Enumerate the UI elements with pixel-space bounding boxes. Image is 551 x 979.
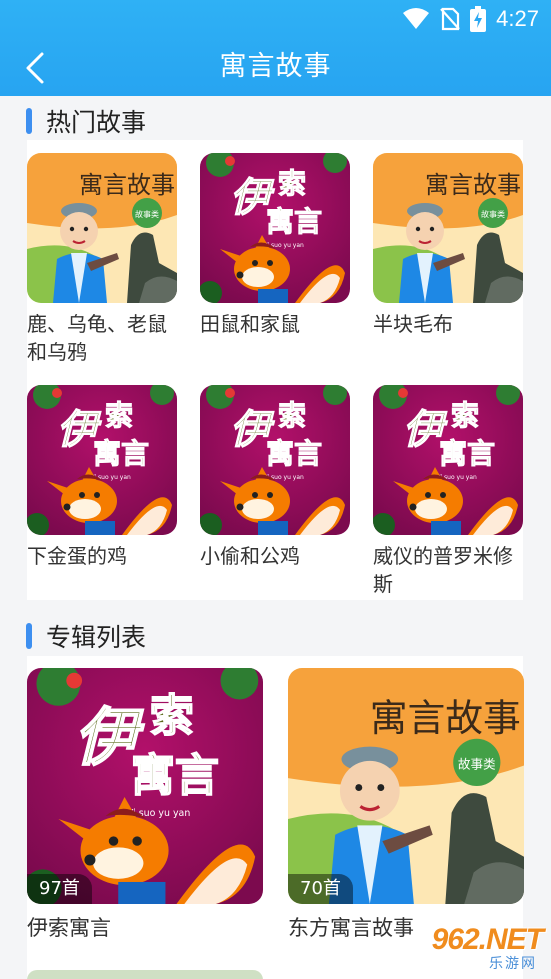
no-sim-icon xyxy=(440,7,460,31)
svg-text:索: 索 xyxy=(278,167,306,200)
status-bar: 4:27 xyxy=(0,0,551,38)
cover-yisuo-image: 伊 索 寓言 Yi suo yu yan xyxy=(27,385,177,535)
albums-section-title: 专辑列表 xyxy=(46,623,147,652)
svg-text:故事类: 故事类 xyxy=(481,209,505,219)
svg-text:寓言: 寓言 xyxy=(439,437,495,470)
album-card[interactable]: 伊 索 寓言 Yi suo yu yan 97首伊索寓言 xyxy=(27,668,263,942)
story-cover-thumbnail[interactable]: 伊 索 寓言 Yi suo yu yan xyxy=(200,385,350,535)
story-card[interactable]: 伊 索 寓言 Yi suo yu yan 小偷和公鸡 xyxy=(200,385,352,570)
album-title[interactable]: 伊索寓言 xyxy=(27,912,263,942)
svg-text:寓言故事: 寓言故事 xyxy=(370,696,521,740)
story-title[interactable]: 田鼠和家鼠 xyxy=(200,310,355,338)
story-title[interactable]: 小偷和公鸡 xyxy=(200,542,355,570)
svg-text:寓言: 寓言 xyxy=(266,437,322,470)
story-title[interactable]: 下金蛋的鸡 xyxy=(27,542,182,570)
story-title[interactable]: 鹿、乌龟、老鼠和乌鸦 xyxy=(27,310,182,366)
album-count-badge: 70首 xyxy=(288,874,353,904)
battery-charging-icon xyxy=(470,6,487,32)
svg-text:寓言: 寓言 xyxy=(131,751,219,802)
story-cover-thumbnail[interactable]: 伊 索 寓言 Yi suo yu yan xyxy=(27,385,177,535)
album-cover-thumbnail[interactable]: 寓言故事 故事类 70首 xyxy=(288,668,524,904)
album-card[interactable]: 寓言故事 故事类 70首 东方寓言故事 xyxy=(288,668,524,942)
hot-section-title: 热门故事 xyxy=(46,108,147,137)
svg-text:寓言: 寓言 xyxy=(266,205,322,238)
status-time: 4:27 xyxy=(496,6,539,31)
svg-text:寓言: 寓言 xyxy=(93,437,149,470)
story-cover-thumbnail[interactable]: 寓言故事 故事类 xyxy=(373,153,523,303)
site-watermark: 962.NET 乐游网 xyxy=(415,923,544,972)
albums-section-header: 专辑列表 xyxy=(26,619,146,653)
story-title[interactable]: 威仪的普罗米修斯 xyxy=(373,542,528,598)
hot-section-header: 热门故事 xyxy=(26,104,146,138)
cover-yisuo-image: 伊 索 寓言 Yi suo yu yan xyxy=(200,385,350,535)
svg-text:寓言故事: 寓言故事 xyxy=(79,171,175,199)
svg-text:索: 索 xyxy=(451,399,479,432)
cover-yisuo-image: 伊 索 寓言 Yi suo yu yan xyxy=(373,385,523,535)
app-header: 4:27 寓言故事 xyxy=(0,0,551,96)
story-card[interactable]: 伊 索 寓言 Yi suo yu yan 田鼠和家鼠 xyxy=(200,153,352,338)
nav-bar: 寓言故事 xyxy=(0,38,551,96)
wifi-icon xyxy=(403,8,430,29)
album-cover-thumbnail[interactable]: 伊 索 寓言 Yi suo yu yan 97首 xyxy=(27,668,263,904)
story-cover-thumbnail[interactable]: 伊 索 寓言 Yi suo yu yan xyxy=(200,153,350,303)
svg-text:寓言故事: 寓言故事 xyxy=(425,171,521,199)
story-card[interactable]: 伊 索 寓言 Yi suo yu yan 威仪的普罗米修斯 xyxy=(373,385,525,598)
page-title: 寓言故事 xyxy=(219,51,332,82)
story-card[interactable]: 伊 索 寓言 Yi suo yu yan 下金蛋的鸡 xyxy=(27,385,179,570)
svg-text:索: 索 xyxy=(278,399,306,432)
cover-dongfang-image: 寓言故事 故事类 xyxy=(373,153,523,303)
story-card[interactable]: 寓言故事 故事类 鹿、乌龟、老鼠和乌鸦 xyxy=(27,153,179,366)
svg-text:故事类: 故事类 xyxy=(458,757,496,772)
story-cover-thumbnail[interactable]: 寓言故事 故事类 xyxy=(27,153,177,303)
album-count-badge: 97首 xyxy=(27,874,92,904)
story-title[interactable]: 半块毛布 xyxy=(373,310,528,338)
cover-yisuo-image: 伊 索 寓言 Yi suo yu yan xyxy=(27,668,263,904)
cover-dongfang-image: 寓言故事 故事类 xyxy=(27,153,177,303)
story-cover-thumbnail[interactable]: 伊 索 寓言 Yi suo yu yan xyxy=(373,385,523,535)
watermark-subtext: 乐游网 xyxy=(489,956,537,972)
section-accent-bar xyxy=(26,623,32,649)
section-accent-bar xyxy=(26,108,32,134)
svg-text:故事类: 故事类 xyxy=(135,209,159,219)
album-card-partial[interactable] xyxy=(27,970,263,979)
watermark-logo-text: 962.NET xyxy=(431,923,544,956)
cover-dongfang-image: 寓言故事 故事类 xyxy=(288,668,524,904)
svg-text:索: 索 xyxy=(105,399,133,432)
cover-yisuo-image: 伊 索 寓言 Yi suo yu yan xyxy=(200,153,350,303)
story-card[interactable]: 寓言故事 故事类 半块毛布 xyxy=(373,153,525,338)
svg-text:索: 索 xyxy=(150,691,194,742)
